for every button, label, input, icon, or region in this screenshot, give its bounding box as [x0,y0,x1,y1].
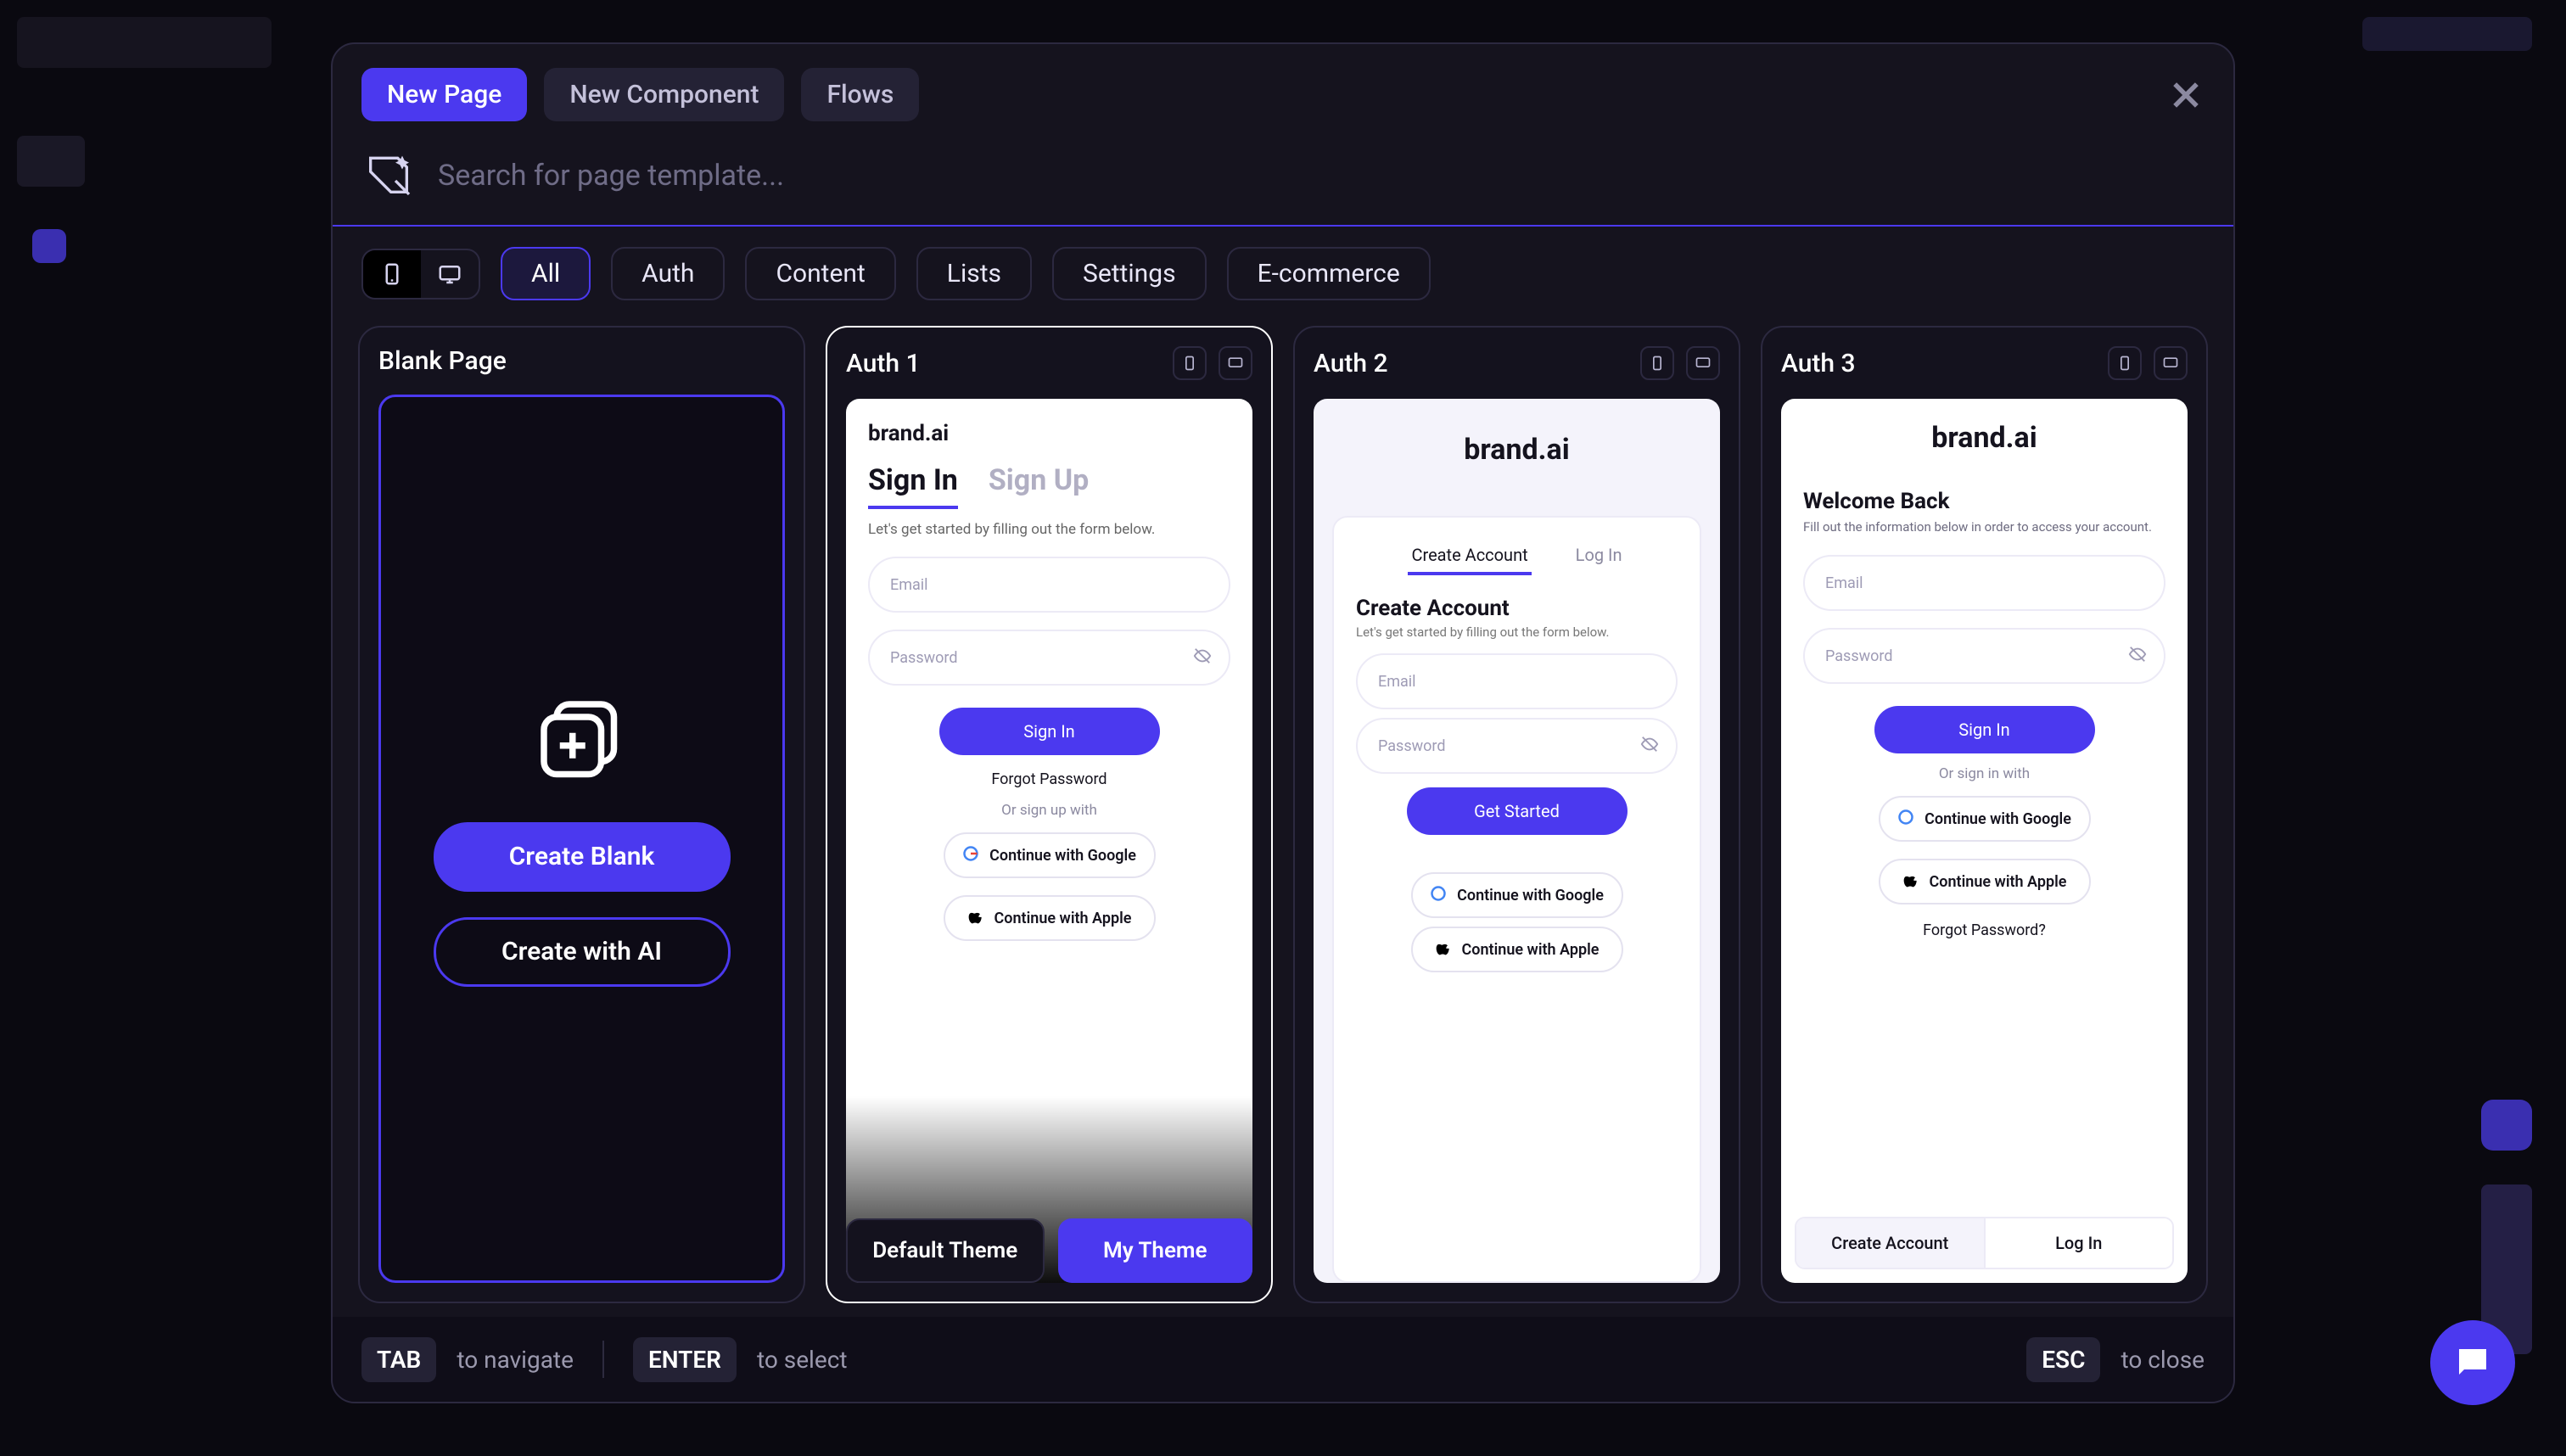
keyboard-hint-footer: TAB to navigate ENTER to select ESC to c… [333,1317,2233,1402]
login-tab: Log In [1986,1218,2173,1268]
tab-new-page[interactable]: New Page [361,68,527,121]
eye-off-icon [1193,647,1212,669]
email-field: Email [868,557,1230,613]
apple-icon [967,908,984,929]
google-icon [1897,809,1914,830]
welcome-heading: Welcome Back [1781,455,2188,519]
theme-bar: Default Theme My Theme [846,1218,1252,1283]
signin-button: Sign In [1874,706,2095,753]
bottom-toggle: Create Account Log In [1795,1217,2174,1269]
forgot-password-link: Forgot Password? [1781,921,2188,939]
card-blank-page[interactable]: Blank Page Create Blank Create with AI [358,326,805,1303]
forgot-password-link: Forgot Password [846,770,1252,788]
email-field: Email [1356,653,1678,709]
apple-icon [1902,871,1919,893]
card-auth-1[interactable]: Auth 1 brand.ai Sign In Sign Up Let's ge… [826,326,1273,1303]
device-mobile-button[interactable] [363,250,421,298]
apple-icon [1435,939,1452,960]
password-field: Password [1356,718,1678,774]
filter-ecommerce[interactable]: E-commerce [1227,247,1431,300]
my-theme-button[interactable]: My Theme [1058,1218,1253,1283]
tab-new-component[interactable]: New Component [544,68,784,121]
filter-content[interactable]: Content [745,247,895,300]
device-toggle [361,249,480,300]
filter-settings[interactable]: Settings [1052,247,1207,300]
tab-flows[interactable]: Flows [801,68,919,121]
continue-apple-button: Continue with Apple [944,895,1156,941]
default-theme-button[interactable]: Default Theme [846,1218,1045,1283]
filter-all[interactable]: All [501,247,591,300]
desktop-icon [1219,346,1252,380]
intercom-launcher[interactable] [2430,1320,2515,1405]
template-grid: Blank Page Create Blank Create with AI A… [333,321,2233,1317]
or-divider: Or sign up with [846,802,1252,819]
filter-auth[interactable]: Auth [611,247,725,300]
magic-pen-icon [361,147,416,204]
enter-hint: to select [757,1346,848,1374]
esc-key: ESC [2026,1337,2100,1382]
eye-off-icon [1640,735,1659,758]
card-title: Auth 1 [846,349,921,378]
brand-label: brand.ai [1314,399,1720,482]
mobile-icon [2108,346,2142,380]
subheading: Let's get started by filling out the for… [1334,621,1700,645]
card-title: Auth 3 [1781,349,1856,378]
tab-signup: Sign Up [989,455,1089,509]
continue-google-button: Continue with Google [944,832,1156,878]
or-divider: Or sign in with [1781,765,2188,782]
password-field: Password [868,630,1230,686]
template-preview: brand.ai Sign In Sign Up Let's get start… [846,399,1252,1283]
enter-key: ENTER [633,1337,737,1382]
brand-label: brand.ai [1781,399,2188,455]
inner-card: Create Account Log In Create Account Let… [1332,516,1701,1283]
get-started-button: Get Started [1407,787,1628,835]
tab-hint: to navigate [457,1346,574,1374]
create-account-tab: Create Account [1796,1218,1986,1268]
heading: Create Account [1334,584,1700,621]
signin-button: Sign In [939,708,1160,755]
search-input[interactable] [436,158,2205,193]
desktop-icon [1686,346,1720,380]
filter-row: All Auth Content Lists Settings E-commer… [333,227,2233,321]
tab-key: TAB [361,1337,436,1382]
modal-topbar: New Page New Component Flows [333,44,2233,142]
device-desktop-button[interactable] [421,250,479,298]
continue-google-button: Continue with Google [1411,872,1623,918]
template-preview: brand.ai Create Account Log In Create Ac… [1314,399,1720,1283]
esc-hint: to close [2121,1346,2205,1374]
tab-signin: Sign In [868,455,958,509]
brand-label: brand.ai [846,399,1252,455]
email-field: Email [1803,555,2165,611]
create-with-ai-button[interactable]: Create with AI [434,917,731,987]
add-page-icon [531,692,633,797]
template-picker-modal: New Page New Component Flows All Auth Co… [331,42,2235,1403]
hint-text: Let's get started by filling out the for… [846,509,1252,548]
google-icon [1430,885,1447,906]
tab-create-account: Create Account [1408,538,1531,575]
password-field: Password [1803,628,2165,684]
card-auth-2[interactable]: Auth 2 brand.ai Create Account Log In Cr… [1293,326,1740,1303]
card-title: Blank Page [378,346,507,376]
mobile-icon [1640,346,1674,380]
blank-body: Create Blank Create with AI [378,395,785,1283]
continue-apple-button: Continue with Apple [1879,859,2091,904]
google-icon [962,845,979,866]
search-row [333,142,2233,227]
filter-lists[interactable]: Lists [916,247,1032,300]
continue-google-button: Continue with Google [1879,796,2091,842]
desktop-icon [2154,346,2188,380]
mobile-icon [1173,346,1207,380]
tab-login: Log In [1572,538,1626,575]
close-button[interactable] [2167,76,2205,114]
card-auth-3[interactable]: Auth 3 brand.ai Welcome Back Fill out th… [1761,326,2208,1303]
continue-apple-button: Continue with Apple [1411,927,1623,972]
welcome-sub: Fill out the information below in order … [1781,519,2188,546]
create-blank-button[interactable]: Create Blank [434,822,731,892]
card-title: Auth 2 [1314,349,1388,378]
template-preview: brand.ai Welcome Back Fill out the infor… [1781,399,2188,1283]
eye-off-icon [2128,645,2147,668]
